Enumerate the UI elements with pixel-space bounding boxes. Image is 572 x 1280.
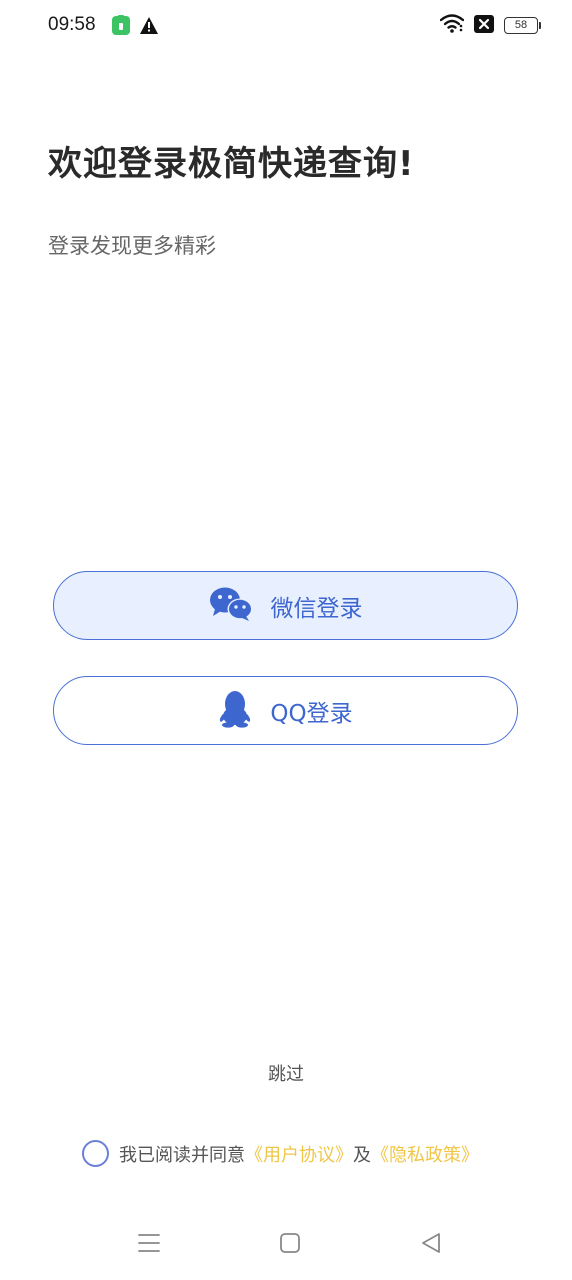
status-time: 09:58: [48, 14, 96, 35]
wechat-icon: [209, 586, 253, 626]
wechat-login-button[interactable]: 微信登录: [53, 571, 518, 640]
back-icon[interactable]: [420, 1232, 442, 1258]
status-left-icons: [112, 15, 158, 39]
agreement-checkbox[interactable]: [82, 1140, 109, 1167]
qq-login-label: QQ登录: [270, 700, 353, 727]
user-agreement-link[interactable]: 《用户协议》: [245, 1141, 353, 1167]
privacy-policy-link[interactable]: 《隐私政策》: [371, 1141, 479, 1167]
page-subtitle: 登录发现更多精彩: [48, 234, 216, 258]
page-title: 欢迎登录极简快递查询!: [48, 144, 415, 184]
warning-icon: [140, 16, 158, 38]
app-notification-icon: [112, 15, 130, 39]
sim-off-icon: [474, 14, 494, 37]
agreement-conjunction: 及: [353, 1144, 371, 1166]
status-bar: 09:58 58: [0, 0, 572, 52]
agreement-prefix: 我已阅读并同意: [119, 1144, 245, 1166]
wechat-login-label: 微信登录: [270, 595, 363, 622]
agreement-row: 我已阅读并同意 《用户协议》 及 《隐私政策》: [82, 1140, 479, 1167]
status-right-icons: 58: [439, 14, 541, 37]
battery-icon: 58: [504, 17, 541, 34]
wifi-icon: [439, 14, 465, 37]
home-icon[interactable]: [279, 1232, 301, 1258]
skip-button[interactable]: 跳过: [0, 1060, 572, 1086]
qq-login-button[interactable]: QQ登录: [53, 676, 518, 745]
system-nav-bar: [0, 1222, 572, 1268]
menu-icon[interactable]: [138, 1232, 160, 1258]
qq-icon: [218, 690, 252, 732]
